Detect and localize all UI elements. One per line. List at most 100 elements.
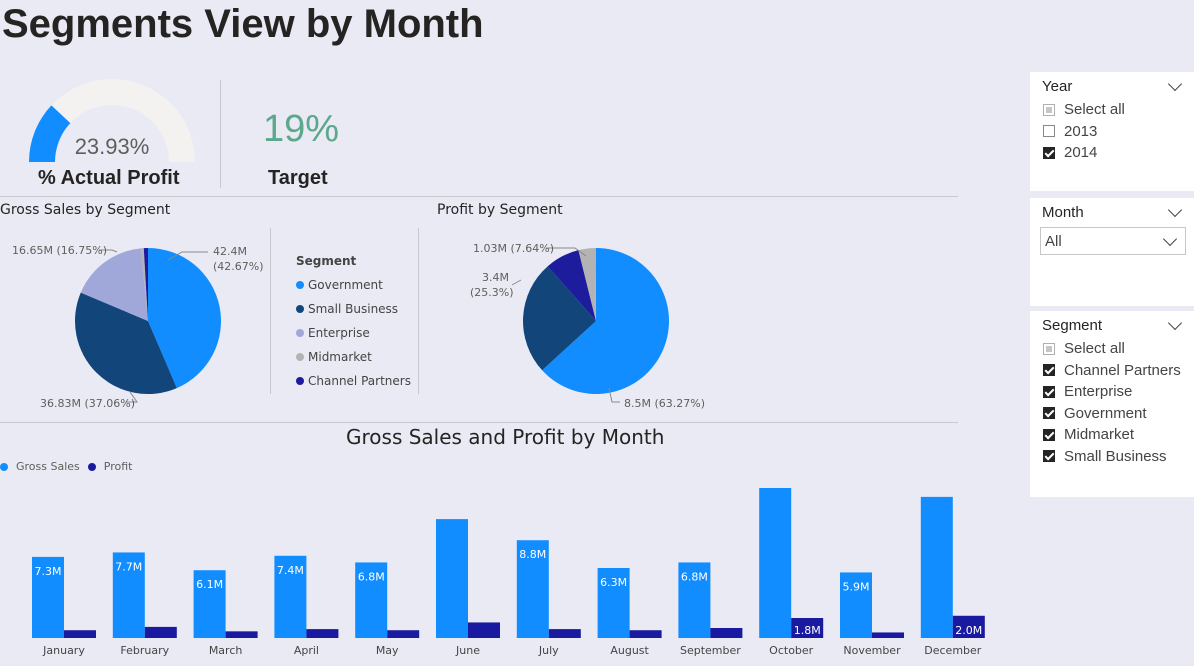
bar-profit-november[interactable] xyxy=(872,632,904,638)
segment-option-select-all[interactable]: Select all xyxy=(1030,338,1194,360)
bar-label-gross-sales-september: 6.8M xyxy=(681,570,708,583)
legend-dot-government xyxy=(296,281,304,289)
gross-sales-pie-chart: 16.65M (16.75%) 42.4M (42.67%) 36.83M (3… xyxy=(12,244,264,410)
bar-profit-july[interactable] xyxy=(548,629,581,638)
bar-label-gross-sales-april: 7.4M xyxy=(277,564,304,577)
legend-title: Segment xyxy=(296,254,357,268)
pie1-label-enterprise: 16.65M (16.75%) xyxy=(12,244,107,257)
legend-item-midmarket[interactable]: Midmarket xyxy=(296,345,411,369)
legend-item-small-business[interactable]: Small Business xyxy=(296,297,411,321)
x-tick-label-august: August xyxy=(610,644,649,657)
bar-gross-sales-october[interactable] xyxy=(759,488,792,638)
bar-profit-september[interactable] xyxy=(710,628,743,638)
year-slicer-title: Year xyxy=(1042,78,1073,95)
segment-slicer: Segment Select all Channel Partners Ente… xyxy=(1030,311,1194,497)
checkbox-icon[interactable] xyxy=(1043,103,1055,116)
page-title: Segments View by Month xyxy=(2,2,484,46)
bar-profit-august[interactable] xyxy=(629,630,662,638)
legend-item-enterprise[interactable]: Enterprise xyxy=(296,321,411,345)
segment-legend: Segment Government Small Business Enterp… xyxy=(296,254,411,393)
checkbox-checked-icon[interactable] xyxy=(1043,146,1055,159)
chevron-down-icon[interactable] xyxy=(1167,315,1183,331)
segment-option-label: Midmarket xyxy=(1064,426,1135,444)
actual-profit-label: % Actual Profit xyxy=(38,167,180,189)
chevron-down-icon[interactable] xyxy=(1167,76,1183,92)
target-label: Target xyxy=(268,167,328,189)
bar-label-profit-october: 1.8M xyxy=(794,624,821,637)
bar-label-gross-sales-august: 6.3M xyxy=(600,576,627,589)
year-slicer: Year Select all 2013 2014 xyxy=(1030,72,1194,191)
x-tick-label-july: July xyxy=(538,644,559,657)
pie1-label-small-business: 36.83M (37.06%) xyxy=(40,397,135,410)
bar-profit-march[interactable] xyxy=(225,631,258,638)
year-slicer-header[interactable]: Year xyxy=(1030,72,1194,95)
checkbox-icon[interactable] xyxy=(1043,342,1055,355)
x-tick-label-april: April xyxy=(294,644,319,657)
bar-profit-april[interactable] xyxy=(306,629,339,638)
legend-label-enterprise: Enterprise xyxy=(308,326,370,340)
section-divider-bottom xyxy=(0,422,958,423)
bar-label-gross-sales-march: 6.1M xyxy=(196,578,223,591)
bar-label-gross-sales-november: 5.9M xyxy=(843,580,870,593)
x-tick-label-january: January xyxy=(42,644,85,657)
x-tick-label-june: June xyxy=(455,644,480,657)
legend-dot-channel-partners xyxy=(296,377,304,385)
bar-profit-may[interactable] xyxy=(387,630,420,638)
checkbox-checked-icon[interactable] xyxy=(1043,407,1055,420)
bar-gross-sales-june[interactable] xyxy=(436,519,468,638)
pie2-label-small-business: 3.4M xyxy=(482,271,509,284)
checkbox-checked-icon[interactable] xyxy=(1043,364,1055,377)
year-option-label: 2013 xyxy=(1064,122,1098,140)
segment-option-label: Channel Partners xyxy=(1064,361,1181,379)
year-option-select-all[interactable]: Select all xyxy=(1030,99,1194,121)
pie2-label-small-business-pct: (25.3%) xyxy=(470,286,514,299)
x-tick-label-september: September xyxy=(680,644,741,657)
legend-dot-small-business xyxy=(296,305,304,313)
legend-item-channel-partners[interactable]: Channel Partners xyxy=(296,369,411,393)
checkbox-checked-icon[interactable] xyxy=(1043,385,1055,398)
month-dropdown[interactable]: All xyxy=(1040,227,1186,255)
gross-sales-pie-title: Gross Sales by Segment xyxy=(0,202,171,218)
segment-option-enterprise[interactable]: Enterprise xyxy=(1030,381,1194,403)
legend-dot-enterprise xyxy=(296,329,304,337)
bar-profit-february[interactable] xyxy=(144,626,177,638)
x-tick-label-october: October xyxy=(769,644,813,657)
segment-slicer-header[interactable]: Segment xyxy=(1030,311,1194,334)
x-tick-label-december: December xyxy=(924,644,982,657)
chevron-down-icon[interactable] xyxy=(1167,202,1183,218)
legend-label-small-business: Small Business xyxy=(308,302,399,316)
checkbox-checked-icon[interactable] xyxy=(1043,428,1055,441)
chevron-down-icon[interactable] xyxy=(1162,231,1178,246)
bar-label-gross-sales-may: 6.8M xyxy=(358,570,385,583)
bar-profit-june[interactable] xyxy=(468,622,500,638)
target-value: 19% xyxy=(263,108,340,150)
gross-sales-profit-bar-chart: 7.3M January 7.7M February 6.1M March 7.4M Apri… xyxy=(32,488,985,657)
pie1-label-government: 42.4M xyxy=(213,245,247,258)
year-option-2013[interactable]: 2013 xyxy=(1030,121,1194,143)
segment-option-label: Select all xyxy=(1064,340,1125,358)
segment-option-label: Small Business xyxy=(1064,447,1167,465)
legend-label-channel-partners: Channel Partners xyxy=(308,374,411,388)
bar-chart-title: Gross Sales and Profit by Month xyxy=(346,425,665,449)
year-option-2014[interactable]: 2014 xyxy=(1030,142,1194,164)
month-dropdown-value: All xyxy=(1045,232,1062,250)
year-option-label: 2014 xyxy=(1064,144,1098,162)
month-slicer-header[interactable]: Month xyxy=(1030,198,1194,221)
legend-item-government[interactable]: Government xyxy=(296,273,411,297)
bar-gross-sales-december[interactable] xyxy=(920,496,953,638)
checkbox-checked-icon[interactable] xyxy=(1043,450,1055,463)
segment-option-midmarket[interactable]: Midmarket xyxy=(1030,424,1194,446)
pie2-label-government: 8.5M (63.27%) xyxy=(624,397,705,410)
pie2-label-channel-partners: 1.03M (7.64%) xyxy=(473,242,554,255)
x-tick-label-march: March xyxy=(209,644,243,657)
segment-option-government[interactable]: Government xyxy=(1030,403,1194,425)
bar-profit-january[interactable] xyxy=(64,630,96,638)
month-slicer-title: Month xyxy=(1042,204,1084,221)
year-option-label: Select all xyxy=(1064,101,1125,119)
checkbox-icon[interactable] xyxy=(1043,125,1055,138)
segment-option-small-business[interactable]: Small Business xyxy=(1030,446,1194,468)
pie-legend-divider-left xyxy=(270,228,271,394)
section-divider-top xyxy=(0,196,958,197)
profit-pie-title: Profit by Segment xyxy=(437,202,563,218)
segment-option-channel-partners[interactable]: Channel Partners xyxy=(1030,360,1194,382)
